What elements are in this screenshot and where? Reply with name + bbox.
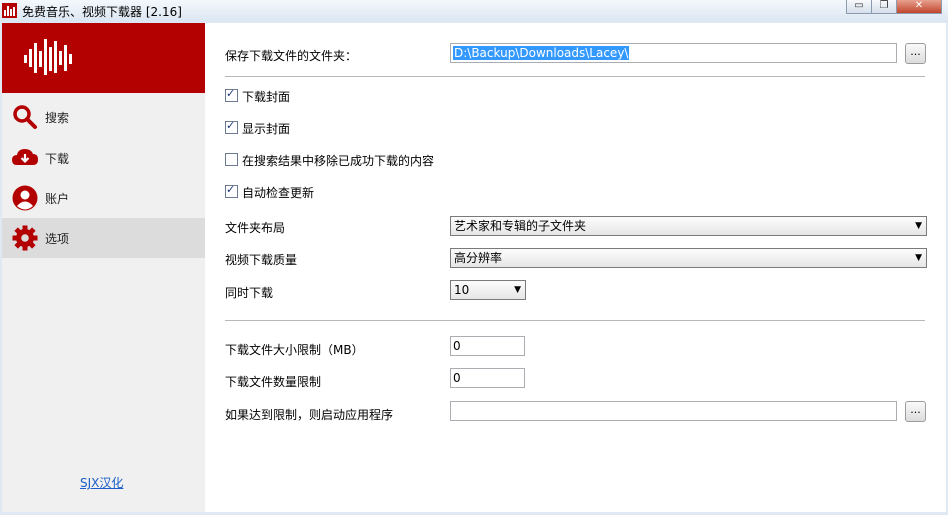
user-icon [12,185,38,211]
on-limit-app-input[interactable] [450,401,897,421]
checkbox-box[interactable]: ✓ [225,87,238,102]
checkbox-label: 在搜索结果中移除已成功下载的内容 [242,154,435,168]
client-area: 搜索 下载 账户 选项 SJX汉化 保存下载文件的文件夹： D:\Backup\… [2,23,946,512]
sidebar-item-options[interactable]: 选项 [2,218,205,258]
checkbox-label: 显示封面 [242,122,291,136]
download-folder-input[interactable]: D:\Backup\Downloads\Lacey\ [450,43,897,63]
checkbox-label: 自动检查更新 [242,186,315,200]
dropdown-arrow-icon: ▼ [915,221,922,231]
folder-layout-value: 艺术家和专辑的子文件夹 [454,219,587,233]
title-bar: 免费音乐、视频下载器 [2.16] ▭ ❐ ✕ [0,0,948,22]
checkbox-box[interactable]: ✓ [225,183,238,198]
sidebar-item-download[interactable]: 下载 [2,138,205,178]
options-panel: 保存下载文件的文件夹： D:\Backup\Downloads\Lacey\ .… [205,23,946,512]
sidebar-item-search[interactable]: 搜索 [2,97,205,137]
dropdown-arrow-icon: ▼ [514,285,521,295]
download-folder-label: 保存下载文件的文件夹： [225,49,358,63]
concurrent-downloads-label: 同时下载 [225,286,274,300]
close-button[interactable]: ✕ [896,0,942,14]
logo-banner [2,23,205,93]
checkbox-label: 下载封面 [242,90,291,104]
size-limit-input[interactable]: 0 [450,336,525,356]
gear-icon [12,225,38,251]
concurrent-downloads-value: 10 [454,283,470,297]
sidebar-item-label: 账户 [45,192,70,206]
download-folder-value: D:\Backup\Downloads\Lacey\ [453,46,630,60]
video-quality-select[interactable]: 高分辨率 ▼ [450,248,927,268]
on-limit-app-label: 如果达到限制，则启动应用程序 [225,408,394,422]
checkbox-box[interactable] [225,153,238,166]
size-limit-label: 下载文件大小限制（MB） [225,343,364,357]
folder-layout-select[interactable]: 艺术家和专辑的子文件夹 ▼ [450,216,927,236]
sidebar: 搜索 下载 账户 选项 SJX汉化 [2,23,205,512]
maximize-button[interactable]: ❐ [871,0,897,14]
browse-app-button[interactable]: ... [905,401,926,422]
checkbox-box[interactable]: ✓ [225,119,238,134]
divider [225,320,925,321]
video-quality-value: 高分辨率 [454,251,503,265]
count-limit-input[interactable]: 0 [450,368,525,388]
minimize-button[interactable]: ▭ [846,0,872,14]
sidebar-item-account[interactable]: 账户 [2,178,205,218]
count-limit-label: 下载文件数量限制 [225,375,322,389]
search-icon [13,105,37,129]
video-quality-label: 视频下载质量 [225,253,298,267]
concurrent-downloads-select[interactable]: 10 ▼ [450,280,526,300]
credit-link[interactable]: SJX汉化 [80,474,123,491]
app-icon [2,3,17,18]
window-title: 免费音乐、视频下载器 [2.16] [22,5,182,19]
folder-layout-label: 文件夹布局 [225,221,286,235]
sidebar-item-label: 下载 [45,152,70,166]
waveform-logo-icon [24,39,72,77]
dropdown-arrow-icon: ▼ [915,253,922,263]
divider [225,76,925,77]
sidebar-item-label: 选项 [45,232,70,246]
cloud-download-icon [12,149,38,165]
sidebar-item-label: 搜索 [45,111,70,125]
browse-folder-button[interactable]: ... [905,43,926,64]
